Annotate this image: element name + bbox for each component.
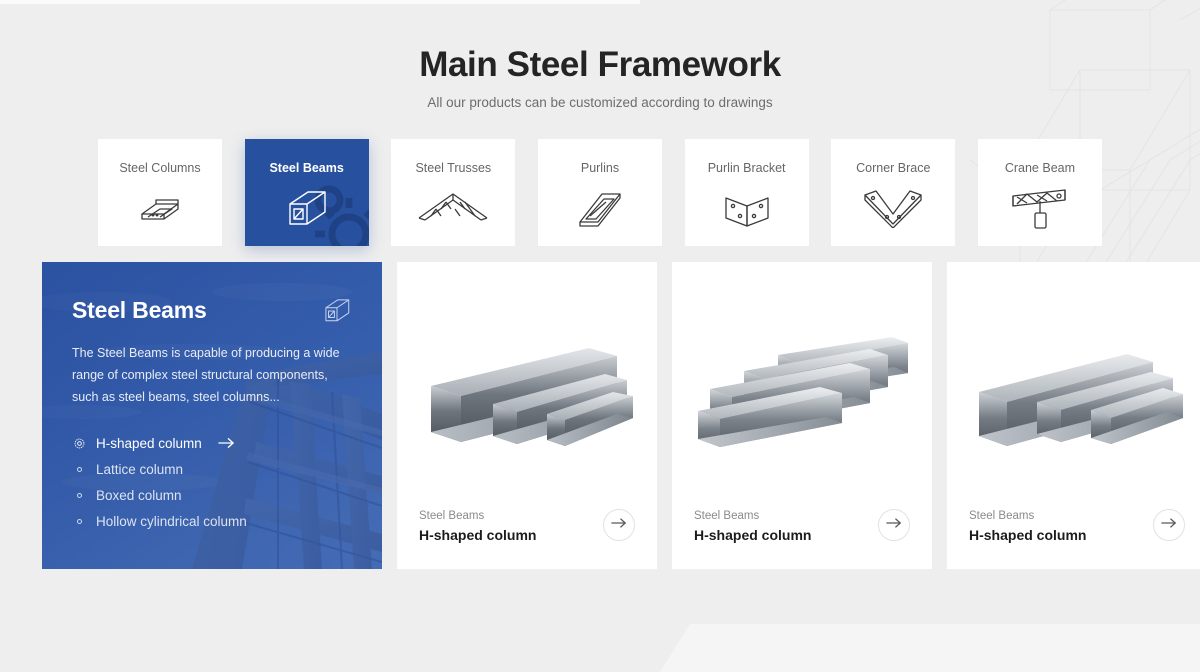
content-row: Steel Beams The Steel Beams is capable o… — [42, 262, 1200, 569]
crane-beam-icon — [1009, 188, 1071, 232]
tab-steel-beams[interactable]: Steel Beams — [244, 139, 369, 246]
feature-panel-description: The Steel Beams is capable of producing … — [72, 346, 340, 404]
product-card-footer: Steel Beams H-shaped column — [397, 509, 657, 569]
bullet-icon — [72, 492, 86, 498]
bullet-icon — [72, 466, 86, 472]
feature-panel-steel-beams[interactable]: Steel Beams The Steel Beams is capable o… — [42, 262, 382, 569]
page-subtitle: All our products can be customized accor… — [427, 95, 773, 110]
corner-brace-icon — [862, 188, 924, 229]
bullet-icon — [72, 518, 86, 524]
product-card[interactable]: Steel Beams H-shaped column — [947, 262, 1200, 569]
feature-panel-item-list: H-shaped column Lattice column Boxed col… — [72, 430, 352, 534]
tab-corner-brace[interactable]: Corner Brace — [831, 139, 956, 246]
box-beam-icon — [322, 296, 352, 326]
tab-label: Corner Brace — [856, 161, 931, 175]
arrow-right-icon — [611, 516, 627, 534]
feature-list-item-label: H-shaped column — [96, 435, 202, 451]
product-category: Steel Beams — [969, 510, 1035, 522]
purlin-icon — [576, 188, 624, 230]
product-name: H-shaped column — [694, 527, 812, 543]
tab-label: Purlins — [580, 161, 620, 175]
feature-list-item-label: Lattice column — [96, 461, 184, 477]
i-beam-icon — [134, 188, 186, 230]
truss-icon — [417, 188, 489, 226]
bracket-icon — [722, 188, 772, 230]
product-detail-arrow-button[interactable] — [1153, 509, 1185, 541]
feature-list-item-hollow-cylindrical-column[interactable]: Hollow cylindrical column — [72, 508, 352, 534]
feature-panel-title: Steel Beams — [72, 297, 207, 323]
arrow-right-icon — [1161, 516, 1177, 534]
tab-label: Steel Beams — [269, 161, 344, 175]
arrow-right-icon — [218, 437, 235, 449]
feature-list-item-lattice-column[interactable]: Lattice column — [72, 456, 352, 482]
page-header: Main Steel Framework All our products ca… — [0, 0, 1200, 110]
tab-label: Steel Trusses — [415, 161, 492, 175]
box-beam-icon — [284, 188, 330, 230]
tab-label: Crane Beam — [1004, 161, 1076, 175]
product-card-footer: Steel Beams H-shaped column — [947, 509, 1200, 569]
product-name: H-shaped column — [969, 527, 1087, 543]
steel-i-beams-photo — [672, 262, 932, 509]
product-detail-arrow-button[interactable] — [603, 509, 635, 541]
feature-list-item-label: Hollow cylindrical column — [96, 513, 247, 529]
product-card-footer: Steel Beams H-shaped column — [672, 509, 932, 569]
bottom-wedge-decoration — [660, 624, 1200, 672]
steel-i-beams-photo — [397, 262, 657, 509]
product-category: Steel Beams — [694, 510, 760, 522]
tab-label: Steel Columns — [119, 161, 201, 175]
product-detail-arrow-button[interactable] — [878, 509, 910, 541]
product-name: H-shaped column — [419, 527, 537, 543]
page-title: Main Steel Framework — [419, 45, 781, 84]
category-tab-row: Steel Columns Steel Beams Steel Trusses … — [98, 139, 1102, 246]
product-card[interactable]: Steel Beams H-shaped column — [672, 262, 932, 569]
feature-list-item-boxed-column[interactable]: Boxed column — [72, 482, 352, 508]
gear-icon — [72, 437, 86, 450]
feature-list-item-label: Boxed column — [96, 487, 182, 503]
feature-list-item-h-shaped-column[interactable]: H-shaped column — [72, 430, 352, 456]
tab-purlin-bracket[interactable]: Purlin Bracket — [684, 139, 809, 246]
product-card[interactable]: Steel Beams H-shaped column — [397, 262, 657, 569]
tab-steel-columns[interactable]: Steel Columns — [98, 139, 222, 246]
product-category: Steel Beams — [419, 510, 485, 522]
arrow-right-icon — [886, 516, 902, 534]
tab-steel-trusses[interactable]: Steel Trusses — [391, 139, 516, 246]
tab-purlins[interactable]: Purlins — [537, 139, 662, 246]
tab-label: Purlin Bracket — [707, 161, 786, 175]
tab-crane-beam[interactable]: Crane Beam — [977, 139, 1102, 246]
steel-i-beams-photo — [947, 262, 1200, 509]
